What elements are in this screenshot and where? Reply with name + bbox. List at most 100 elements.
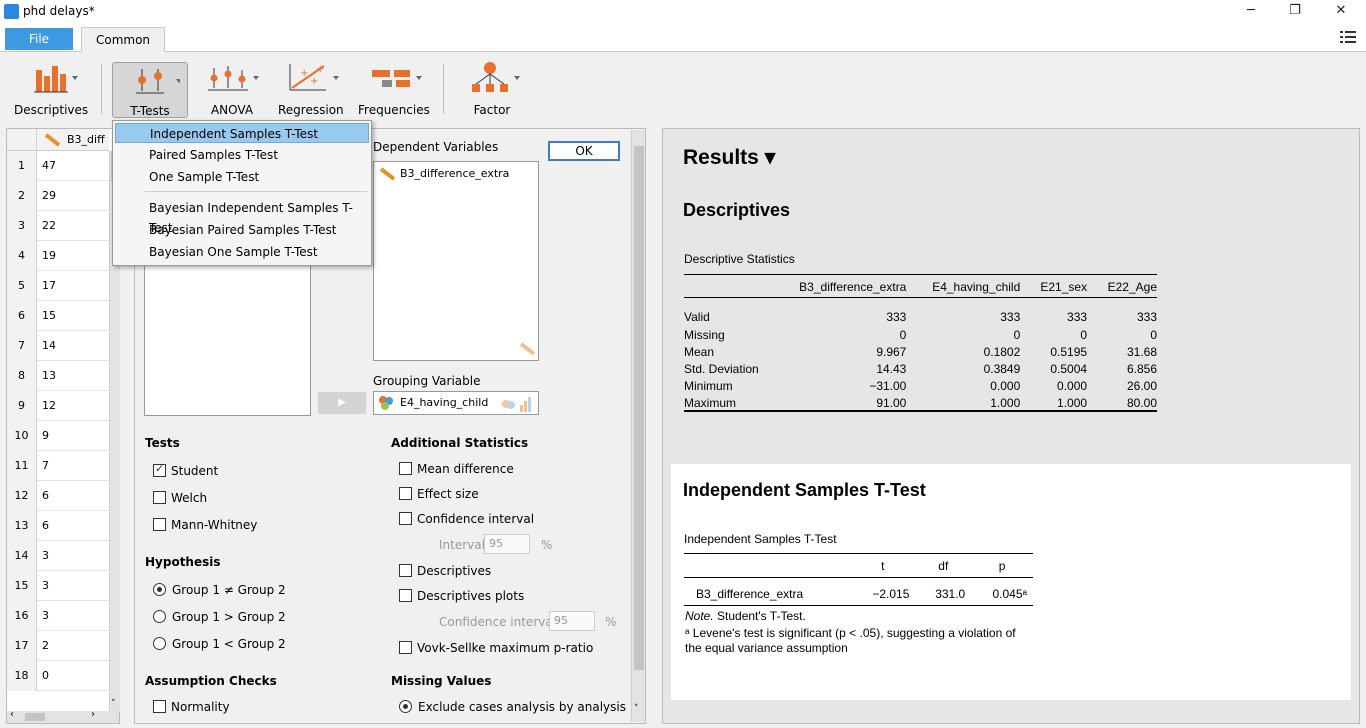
factor-tool[interactable]: Factor bbox=[460, 60, 524, 120]
grid-row[interactable]: 11 7 bbox=[7, 451, 109, 481]
menu-item-bayesian-independent-t-test[interactable]: Bayesian Independent Samples T-Test bbox=[115, 198, 369, 235]
options-scrollbar[interactable]: ˅ bbox=[631, 130, 645, 722]
options-scroll-thumb[interactable] bbox=[634, 146, 644, 670]
data-grid[interactable]: B3_diff 1 47 2 29 3 22 4 19 5 17 6 15 7 14 8 13 9 12 10 9 11… bbox=[6, 128, 120, 724]
anova-tool[interactable]: ANOVA bbox=[200, 60, 264, 120]
grid-cell[interactable]: 47 bbox=[42, 151, 56, 181]
hscroll-thumb[interactable] bbox=[25, 713, 45, 721]
hamburger-menu-icon[interactable] bbox=[1340, 30, 1356, 44]
grid-cell[interactable]: 12 bbox=[42, 391, 56, 421]
grid-row[interactable]: 13 6 bbox=[7, 511, 109, 541]
grid-cell[interactable]: 15 bbox=[42, 301, 56, 331]
frequencies-label: Frequencies bbox=[358, 103, 430, 117]
mann-whitney-checkbox[interactable] bbox=[153, 518, 166, 531]
grid-cell[interactable]: 6 bbox=[42, 481, 49, 511]
close-button[interactable]: ✕ bbox=[1318, 0, 1364, 24]
confidence-interval-checkbox[interactable] bbox=[399, 512, 412, 525]
table-cell: Valid bbox=[684, 310, 710, 324]
grid-cell[interactable]: 2 bbox=[42, 631, 49, 661]
confidence-interval-label: Confidence interval bbox=[417, 512, 535, 526]
exclude-analysis-radio[interactable] bbox=[399, 700, 412, 713]
normality-checkbox[interactable] bbox=[153, 700, 166, 713]
table-row: Valid 333 333 333 333 bbox=[678, 296, 1163, 326]
table-cell: 31.68 bbox=[1126, 344, 1157, 359]
vovk-sellke-checkbox[interactable] bbox=[399, 641, 412, 654]
grid-row[interactable]: 9 12 bbox=[7, 391, 109, 421]
tab-file[interactable]: File bbox=[5, 28, 73, 50]
grid-row[interactable]: 12 6 bbox=[7, 481, 109, 511]
dependent-variables-box[interactable]: B3_difference_extra bbox=[373, 161, 539, 361]
hypothesis-neq-radio[interactable] bbox=[153, 583, 166, 596]
ttests-tool[interactable]: T-Tests bbox=[112, 62, 188, 118]
hypothesis-gt-label: Group 1 > Group 2 bbox=[172, 610, 286, 624]
grouping-variable-item[interactable]: E4_having_child bbox=[400, 396, 488, 409]
grid-row[interactable]: 6 15 bbox=[7, 301, 109, 331]
variables-list[interactable] bbox=[144, 262, 311, 416]
mean-difference-checkbox[interactable] bbox=[399, 462, 412, 475]
grid-row[interactable]: 15 3 bbox=[7, 571, 109, 601]
grid-row[interactable]: 2 29 bbox=[7, 181, 109, 211]
grid-cell[interactable]: 7 bbox=[42, 451, 49, 481]
hypothesis-lt-radio[interactable] bbox=[153, 637, 166, 650]
grid-cell[interactable]: 19 bbox=[42, 241, 56, 271]
table-cell: Std. Deviation bbox=[684, 361, 759, 376]
interval-input[interactable]: 95 bbox=[484, 534, 530, 554]
horizontal-scrollbar[interactable]: ‹ › bbox=[7, 709, 119, 723]
descriptives-plots-checkbox[interactable] bbox=[399, 589, 412, 602]
scroll-left-icon[interactable]: ‹ bbox=[10, 709, 14, 720]
grid-cell[interactable]: 17 bbox=[42, 271, 56, 301]
table-cell: 0.5004 bbox=[1050, 361, 1088, 376]
hypothesis-gt-radio[interactable] bbox=[153, 610, 166, 623]
grid-cell[interactable]: 22 bbox=[42, 211, 56, 241]
grid-cell[interactable]: 0 bbox=[42, 661, 49, 691]
grid-cell[interactable]: 3 bbox=[42, 601, 49, 631]
grid-cell[interactable]: 3 bbox=[42, 571, 49, 601]
regression-tool[interactable]: + + + Regression bbox=[278, 60, 344, 120]
results-title[interactable]: Results ▾ bbox=[683, 145, 775, 170]
grid-row[interactable]: 4 19 bbox=[7, 241, 109, 271]
table-cell: 0.3849 bbox=[983, 361, 1021, 376]
menu-item-paired-t-test[interactable]: Paired Samples T-Test bbox=[115, 145, 369, 165]
scroll-right-icon[interactable]: › bbox=[91, 709, 95, 720]
effect-size-checkbox[interactable] bbox=[399, 487, 412, 500]
descriptives-checkbox[interactable] bbox=[399, 564, 412, 577]
grid-row[interactable]: 10 9 bbox=[7, 421, 109, 451]
student-checkbox[interactable] bbox=[153, 462, 166, 477]
grid-cell[interactable]: 13 bbox=[42, 361, 56, 391]
grid-row[interactable]: 18 0 bbox=[7, 661, 109, 691]
grouping-variable-box[interactable]: E4_having_child bbox=[373, 391, 539, 415]
grid-row[interactable]: 14 3 bbox=[7, 541, 109, 571]
hypothesis-section-title: Hypothesis bbox=[145, 555, 221, 569]
move-to-grouping-button[interactable]: ▶ bbox=[318, 392, 366, 414]
menu-item-independent-t-test[interactable]: Independent Samples T-Test bbox=[115, 123, 369, 143]
grid-cell[interactable]: 14 bbox=[42, 331, 56, 361]
menu-item-bayesian-one-sample-t-test[interactable]: Bayesian One Sample T-Test bbox=[115, 242, 369, 262]
interval-label: Interval bbox=[439, 538, 485, 552]
dependent-variable-item[interactable]: B3_difference_extra bbox=[400, 167, 509, 180]
menu-item-one-sample-t-test[interactable]: One Sample T-Test bbox=[115, 167, 369, 187]
grid-row[interactable]: 16 3 bbox=[7, 601, 109, 631]
grid-cell[interactable]: 29 bbox=[42, 181, 56, 211]
grid-cell[interactable]: 9 bbox=[42, 421, 49, 451]
table-cell: 0.1802 bbox=[983, 344, 1021, 359]
menu-item-bayesian-paired-t-test[interactable]: Bayesian Paired Samples T-Test bbox=[115, 220, 369, 240]
scroll-down-icon[interactable]: ˅ bbox=[111, 699, 116, 709]
grid-cell[interactable]: 3 bbox=[42, 541, 49, 571]
tab-common[interactable]: Common bbox=[81, 27, 165, 53]
minimize-button[interactable]: ─ bbox=[1228, 0, 1274, 24]
welch-checkbox[interactable] bbox=[153, 491, 166, 504]
grid-row[interactable]: 1 47 bbox=[7, 151, 109, 181]
frequencies-tool[interactable]: Frequencies bbox=[358, 60, 430, 120]
grid-row[interactable]: 7 14 bbox=[7, 331, 109, 361]
grid-row[interactable]: 5 17 bbox=[7, 271, 109, 301]
options-scroll-down-icon[interactable]: ˅ bbox=[634, 704, 639, 714]
maximize-button[interactable]: ❐ bbox=[1272, 0, 1318, 24]
descriptives-tool[interactable]: Descriptives bbox=[14, 60, 88, 120]
grid-cell[interactable]: 6 bbox=[42, 511, 49, 541]
ok-button[interactable]: OK bbox=[548, 141, 620, 161]
plots-ci-input[interactable]: 95 bbox=[549, 611, 595, 631]
column-header[interactable]: B3_diff bbox=[67, 133, 105, 146]
grid-row[interactable]: 3 22 bbox=[7, 211, 109, 241]
grid-row[interactable]: 17 2 bbox=[7, 631, 109, 661]
grid-row[interactable]: 8 13 bbox=[7, 361, 109, 391]
